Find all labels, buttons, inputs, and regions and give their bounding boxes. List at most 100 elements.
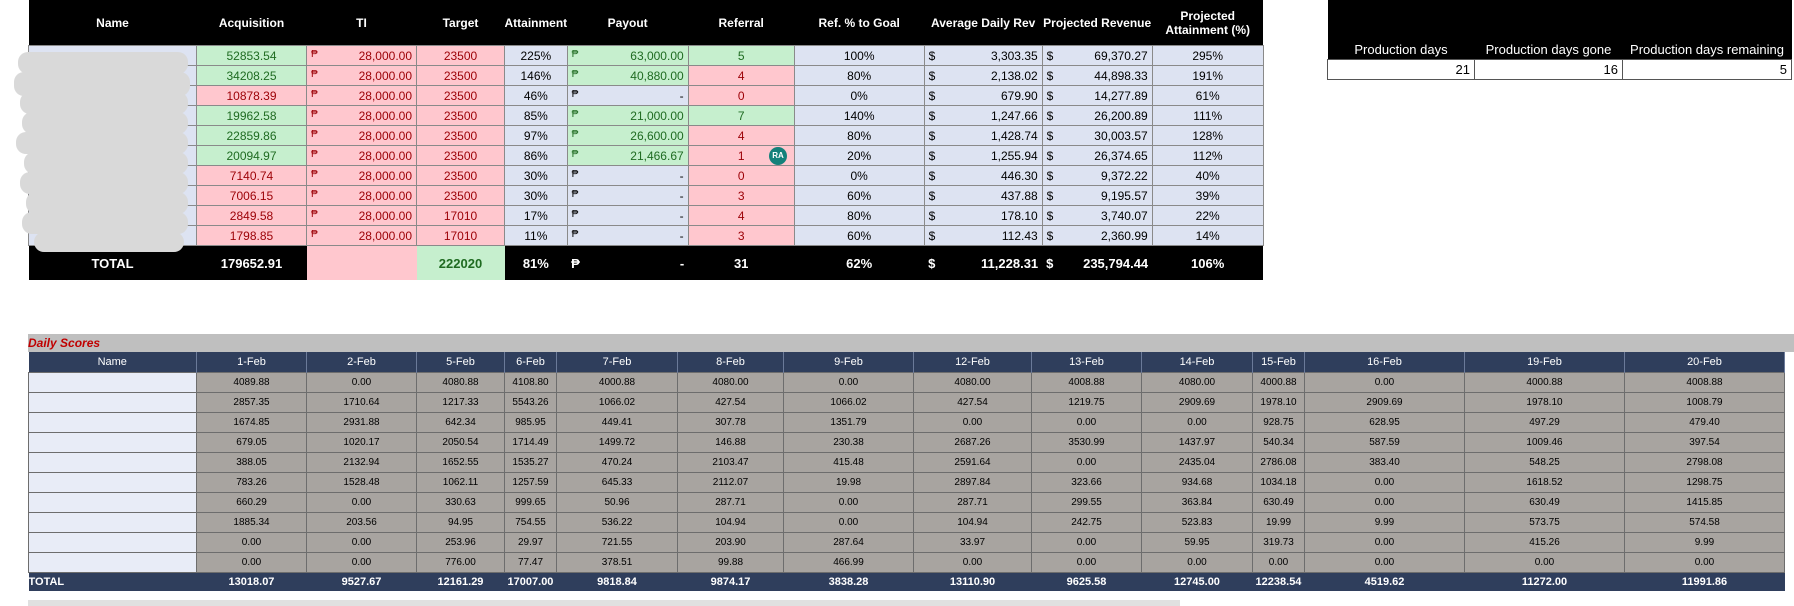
daily-score-cell[interactable]: 0.00 xyxy=(913,552,1032,573)
daily-score-cell[interactable]: 1652.55 xyxy=(416,452,505,473)
daily-total-label[interactable]: TOTAL xyxy=(28,572,197,591)
avg-daily-rev-cell[interactable]: $446.30 xyxy=(923,165,1043,186)
total-ref-pct[interactable]: 62% xyxy=(794,245,925,280)
referral-cell[interactable]: 0 xyxy=(687,85,795,106)
total-projected-attainment[interactable]: 106% xyxy=(1152,245,1264,280)
acquisition-cell[interactable]: 22859.86 xyxy=(196,125,307,146)
target-cell[interactable]: 23500 xyxy=(416,185,505,206)
daily-total-cell[interactable]: 11991.86 xyxy=(1624,572,1785,591)
daily-score-cell[interactable]: 2798.08 xyxy=(1624,452,1785,473)
daily-score-cell[interactable]: 479.40 xyxy=(1624,412,1785,433)
daily-score-cell[interactable]: 783.26 xyxy=(196,472,307,493)
total-projected-revenue[interactable]: $235,794.44 xyxy=(1042,245,1153,280)
acquisition-cell[interactable]: 20094.97 xyxy=(196,145,307,166)
daily-score-cell[interactable]: 2897.84 xyxy=(913,472,1032,493)
daily-total-cell[interactable]: 9874.17 xyxy=(677,572,784,591)
daily-score-cell[interactable]: 466.99 xyxy=(783,552,914,573)
daily-total-cell[interactable]: 13018.07 xyxy=(196,572,307,591)
avg-daily-rev-cell[interactable]: $1,247.66 xyxy=(923,105,1043,126)
referral-cell[interactable]: 4 xyxy=(687,65,795,86)
projected-revenue-cell[interactable]: $2,360.99 xyxy=(1041,225,1153,246)
projected-attainment-cell[interactable]: 61% xyxy=(1151,85,1264,106)
daily-score-cell[interactable]: 999.65 xyxy=(504,492,557,513)
daily-score-cell[interactable]: 630.49 xyxy=(1464,492,1625,513)
acquisition-cell[interactable]: 52853.54 xyxy=(196,45,307,66)
ref-pct-cell[interactable]: 100% xyxy=(793,45,925,66)
daily-score-cell[interactable]: 1257.59 xyxy=(504,472,557,493)
referral-cell[interactable]: 5 xyxy=(687,45,795,66)
daily-score-cell[interactable]: 323.66 xyxy=(1031,472,1142,493)
avg-daily-rev-cell[interactable]: $679.90 xyxy=(923,85,1043,106)
daily-score-cell[interactable]: 427.54 xyxy=(913,392,1032,413)
acquisition-cell[interactable]: 7140.74 xyxy=(196,165,307,186)
daily-score-cell[interactable]: 4080.00 xyxy=(913,372,1032,393)
ref-pct-cell[interactable]: 80% xyxy=(793,125,925,146)
payout-cell[interactable]: ₱ - xyxy=(566,225,689,246)
daily-score-cell[interactable]: 9.99 xyxy=(1304,512,1465,533)
avg-daily-rev-cell[interactable]: $1,255.94 xyxy=(923,145,1043,166)
attainment-cell[interactable]: 30% xyxy=(504,165,568,186)
projected-revenue-cell[interactable]: $30,003.57 xyxy=(1041,125,1153,146)
referral-cell[interactable]: 4 xyxy=(687,205,795,226)
avg-daily-rev-cell[interactable]: $437.88 xyxy=(923,185,1043,206)
daily-score-cell[interactable]: 4000.88 xyxy=(1252,372,1305,393)
production-days-gone-value[interactable]: 16 xyxy=(1474,59,1623,80)
payout-cell[interactable]: ₱ 63,000.00 xyxy=(566,45,689,66)
payout-cell[interactable]: ₱ - xyxy=(566,185,689,206)
daily-score-cell[interactable]: 0.00 xyxy=(306,552,417,573)
daily-score-cell[interactable]: 1008.79 xyxy=(1624,392,1785,413)
daily-score-cell[interactable]: 776.00 xyxy=(416,552,505,573)
projected-attainment-cell[interactable]: 295% xyxy=(1151,45,1264,66)
daily-total-cell[interactable]: 9625.58 xyxy=(1031,572,1142,591)
production-days-value[interactable]: 21 xyxy=(1327,59,1475,80)
daily-score-cell[interactable]: 19.98 xyxy=(783,472,914,493)
daily-total-cell[interactable]: 11272.00 xyxy=(1464,572,1625,591)
daily-score-cell[interactable]: 540.34 xyxy=(1252,432,1305,453)
avg-daily-rev-cell[interactable]: $178.10 xyxy=(923,205,1043,226)
daily-score-cell[interactable]: 415.48 xyxy=(783,452,914,473)
daily-score-cell[interactable]: 0.00 xyxy=(913,412,1032,433)
daily-score-cell[interactable]: 497.29 xyxy=(1464,412,1625,433)
daily-score-cell[interactable]: 319.73 xyxy=(1252,532,1305,553)
production-days-remaining-value[interactable]: 5 xyxy=(1622,59,1792,80)
daily-score-cell[interactable]: 59.95 xyxy=(1141,532,1253,553)
daily-score-cell[interactable]: 0.00 xyxy=(783,512,914,533)
daily-name-cell[interactable] xyxy=(28,392,197,413)
daily-score-cell[interactable]: 4080.00 xyxy=(677,372,784,393)
target-cell[interactable]: 23500 xyxy=(416,45,505,66)
daily-score-cell[interactable]: 230.38 xyxy=(783,432,914,453)
projected-revenue-cell[interactable]: $26,374.65 xyxy=(1041,145,1153,166)
daily-score-cell[interactable]: 642.34 xyxy=(416,412,505,433)
daily-score-cell[interactable]: 630.49 xyxy=(1252,492,1305,513)
projected-attainment-cell[interactable]: 14% xyxy=(1151,225,1264,246)
attainment-cell[interactable]: 97% xyxy=(504,125,568,146)
attainment-cell[interactable]: 46% xyxy=(504,85,568,106)
ref-pct-cell[interactable]: 0% xyxy=(793,85,925,106)
ref-pct-cell[interactable]: 80% xyxy=(793,65,925,86)
daily-score-cell[interactable]: 4108.80 xyxy=(504,372,557,393)
daily-score-cell[interactable]: 0.00 xyxy=(196,552,307,573)
avg-daily-rev-cell[interactable]: $2,138.02 xyxy=(923,65,1043,86)
daily-score-cell[interactable]: 307.78 xyxy=(677,412,784,433)
daily-total-cell[interactable]: 12238.54 xyxy=(1252,572,1305,591)
projected-attainment-cell[interactable]: 22% xyxy=(1151,205,1264,226)
daily-score-cell[interactable]: 934.68 xyxy=(1141,472,1253,493)
daily-score-cell[interactable]: 2931.88 xyxy=(306,412,417,433)
daily-total-cell[interactable]: 13110.90 xyxy=(913,572,1032,591)
daily-name-cell[interactable] xyxy=(28,432,197,453)
target-cell[interactable]: 23500 xyxy=(416,125,505,146)
acquisition-cell[interactable]: 34208.25 xyxy=(196,65,307,86)
daily-total-cell[interactable]: 9818.84 xyxy=(556,572,678,591)
acquisition-cell[interactable]: 7006.15 xyxy=(196,185,307,206)
daily-score-cell[interactable]: 4080.88 xyxy=(416,372,505,393)
daily-score-cell[interactable]: 0.00 xyxy=(1304,492,1465,513)
daily-score-cell[interactable]: 1499.72 xyxy=(556,432,678,453)
daily-score-cell[interactable]: 2132.94 xyxy=(306,452,417,473)
daily-score-cell[interactable]: 4008.88 xyxy=(1624,372,1785,393)
total-attainment[interactable]: 81% xyxy=(504,245,568,280)
daily-score-cell[interactable]: 50.96 xyxy=(556,492,678,513)
daily-score-cell[interactable]: 1009.46 xyxy=(1464,432,1625,453)
projected-attainment-cell[interactable]: 128% xyxy=(1151,125,1264,146)
projected-revenue-cell[interactable]: $14,277.89 xyxy=(1041,85,1153,106)
projected-attainment-cell[interactable]: 191% xyxy=(1151,65,1264,86)
